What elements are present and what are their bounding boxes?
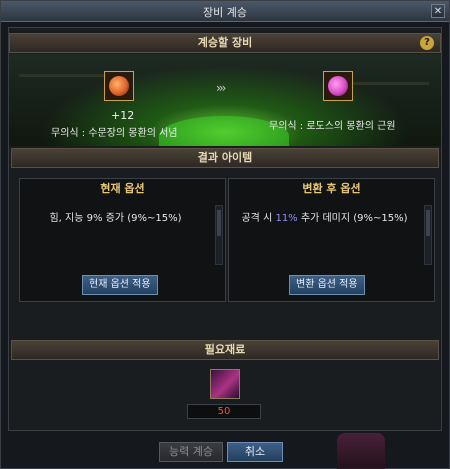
window-title: 장비 계승	[203, 6, 247, 19]
inherit-button[interactable]: 능력 계승	[159, 442, 223, 462]
source-item-plus: +12	[111, 109, 135, 122]
stone-icon[interactable]	[210, 369, 240, 399]
inherit-window: 장비 계승 ✕ 계승할 장비 ? ››› +12 무의식 : 수문장의 몽환의 …	[0, 0, 450, 469]
scroll-thumb[interactable]	[426, 210, 430, 236]
materials-section-title: 필요재료	[204, 343, 246, 356]
cancel-button[interactable]: 취소	[227, 442, 283, 462]
current-option-panel: 현재 옵션 힘, 지능 9% 증가 (9%~15%) 현재 옵션 적용	[19, 178, 226, 302]
help-icon[interactable]: ?	[420, 36, 434, 50]
titlebar[interactable]: 장비 계승 ✕	[1, 1, 449, 22]
converted-option-title: 변환 후 옵션	[302, 182, 361, 195]
target-item-slot[interactable]	[323, 71, 353, 101]
source-item-slot[interactable]	[104, 71, 134, 101]
close-button[interactable]: ✕	[431, 4, 445, 18]
target-item-name: 무의식 : 로도스의 몽환의 근원	[269, 121, 396, 132]
current-option-text: 힘, 지능 9% 증가 (9%~15%)	[49, 213, 182, 224]
converted-option-text-after: 추가 데미지 (9%~15%)	[297, 213, 408, 224]
materials-section-header: 필요재료	[11, 340, 439, 360]
converted-option-panel: 변환 후 옵션 공격 시 11% 추가 데미지 (9%~15%) 변환 옵션 적…	[228, 178, 435, 302]
ring-icon	[109, 76, 129, 96]
current-option-title: 현재 옵션	[100, 182, 145, 195]
source-item-name: 무의식 : 수문장의 몽환의 서념	[51, 128, 178, 139]
converted-option-text: 공격 시 11% 추가 데미지 (9%~15%)	[229, 209, 420, 224]
converted-option-scrollbar[interactable]	[424, 205, 432, 265]
scroll-thumb[interactable]	[217, 210, 221, 236]
transfer-arrow-icon: ›››	[216, 81, 227, 95]
converted-option-highlight: 11%	[275, 213, 298, 224]
converted-option-text-before: 공격 시	[241, 213, 276, 224]
result-section-title: 결과 아이템	[197, 151, 253, 164]
amulet-icon	[328, 76, 348, 96]
apply-current-option-button[interactable]: 현재 옵션 적용	[82, 275, 158, 295]
inherit-section-header: 계승할 장비 ?	[9, 33, 441, 53]
result-section-header: 결과 아이템	[11, 148, 439, 168]
apply-converted-option-button[interactable]: 변환 옵션 적용	[289, 275, 365, 295]
material-count: 50	[187, 404, 261, 419]
inherit-section-title: 계승할 장비	[197, 36, 253, 49]
current-option-scrollbar[interactable]	[215, 205, 223, 265]
character-sprite	[337, 433, 385, 469]
